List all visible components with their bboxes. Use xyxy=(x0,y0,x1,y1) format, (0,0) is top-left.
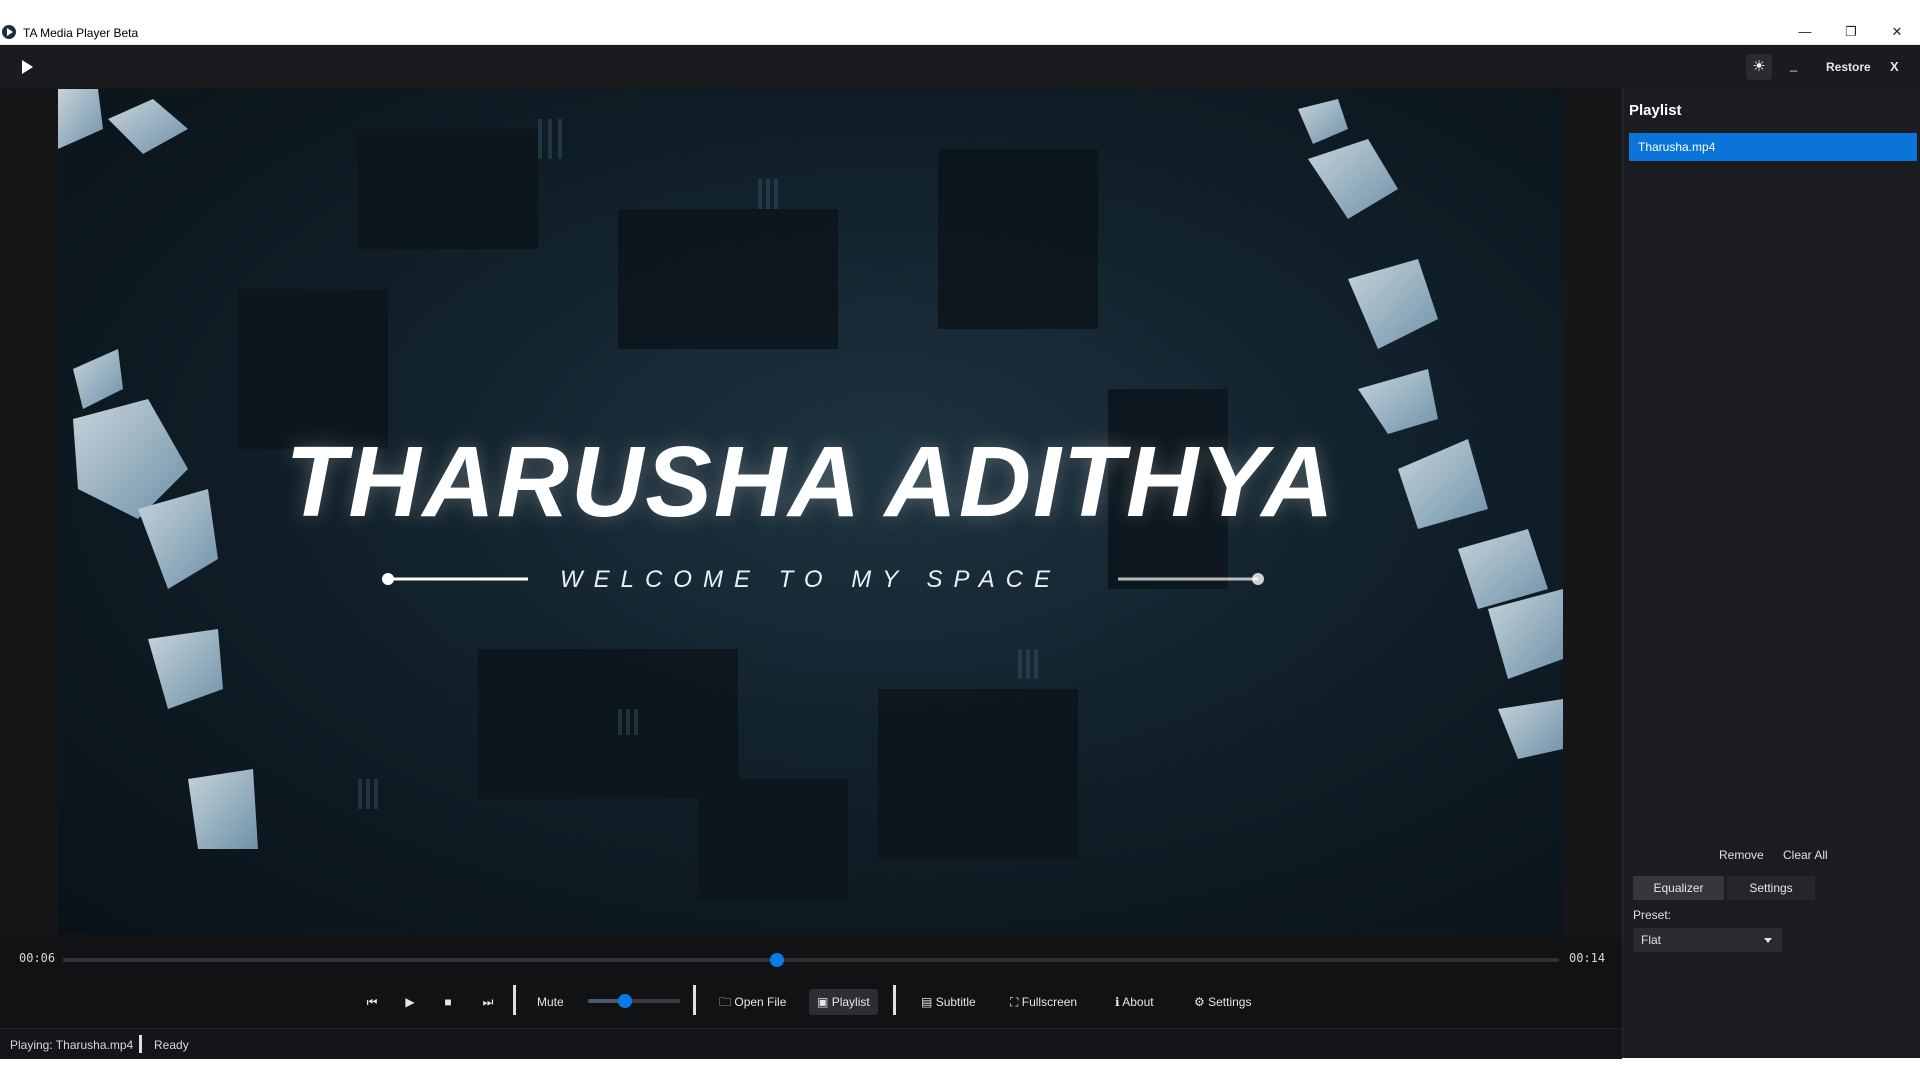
clear-all-button[interactable]: Clear All xyxy=(1783,848,1828,862)
playlist-label: Playlist xyxy=(831,995,870,1009)
now-playing-status: Playing: Tharusha.mp4 xyxy=(10,1038,134,1052)
media-player-app: ☀ _ Restore X THARUSHA ADITHYA WELCOME T… xyxy=(0,45,1920,1059)
preset-select[interactable]: Flat xyxy=(1633,928,1782,952)
restore-button[interactable]: Restore xyxy=(1826,60,1871,74)
info-icon: ℹ xyxy=(1115,995,1120,1009)
settings-label: Settings xyxy=(1208,995,1252,1009)
seek-bar-thumb[interactable] xyxy=(769,953,784,967)
controls-divider xyxy=(893,985,896,1015)
open-file-button[interactable]: 🗀 Open File xyxy=(711,989,794,1015)
window-close-button[interactable]: ✕ xyxy=(1874,20,1920,44)
about-label: About xyxy=(1122,995,1154,1009)
play-icon[interactable]: ▶ xyxy=(397,989,423,1015)
open-file-label: Open File xyxy=(734,995,787,1009)
status-divider xyxy=(139,1035,142,1053)
controls-divider xyxy=(693,985,696,1015)
playlist-button[interactable]: ▣ Playlist xyxy=(809,989,878,1015)
playlist-panel: Playlist Tharusha.mp4 Remove Clear All E… xyxy=(1622,88,1920,1058)
remove-button[interactable]: Remove xyxy=(1719,848,1764,862)
playlist-title: Playlist xyxy=(1629,102,1682,119)
video-tagline-text: WELCOME TO MY SPACE xyxy=(559,566,1062,593)
playlist-icon: ▣ xyxy=(817,995,829,1009)
seek-bar-fill xyxy=(63,958,777,962)
next-icon[interactable]: ⏭ xyxy=(475,989,501,1015)
previous-icon[interactable]: ⏮ xyxy=(359,989,385,1015)
window-titlebar: TA Media Player Beta — ❐ ✕ xyxy=(0,20,1920,45)
close-button[interactable]: X xyxy=(1890,59,1899,74)
mute-button[interactable]: Mute xyxy=(529,989,572,1015)
subtitle-label: Subtitle xyxy=(935,995,976,1009)
playlist-list[interactable]: Tharusha.mp4 xyxy=(1629,133,1917,829)
chevron-down-icon xyxy=(1764,938,1772,943)
ready-status: Ready xyxy=(154,1038,189,1052)
video-frame[interactable]: THARUSHA ADITHYA WELCOME TO MY SPACE xyxy=(58,89,1563,935)
subtitle-icon: ▤ xyxy=(921,995,933,1009)
top-toolbar: ☀ _ Restore X xyxy=(0,45,1920,88)
fullscreen-icon: ⛶ xyxy=(1010,995,1019,1009)
stop-icon[interactable]: ■ xyxy=(435,989,461,1015)
controls-divider xyxy=(513,985,516,1015)
about-button[interactable]: ℹ About xyxy=(1107,989,1162,1015)
window-minimize-button[interactable]: — xyxy=(1782,20,1828,44)
video-area: THARUSHA ADITHYA WELCOME TO MY SPACE xyxy=(0,88,1622,937)
current-time: 00:06 xyxy=(19,951,56,965)
subtitle-button[interactable]: ▤ Subtitle xyxy=(913,989,984,1015)
tab-settings[interactable]: Settings xyxy=(1727,876,1815,900)
seek-bar[interactable] xyxy=(63,953,1559,967)
video-headline-text: THARUSHA ADITHYA xyxy=(285,426,1336,538)
window-title: TA Media Player Beta xyxy=(23,26,139,40)
folder-icon: 🗀 xyxy=(719,995,732,1009)
fullscreen-label: Fullscreen xyxy=(1021,995,1078,1009)
theme-toggle-icon[interactable]: ☀ xyxy=(1746,54,1772,80)
minimize-button[interactable]: _ xyxy=(1790,57,1797,72)
volume-slider-thumb[interactable] xyxy=(617,994,632,1008)
volume-slider[interactable] xyxy=(588,994,680,1008)
app-logo-icon xyxy=(2,25,16,39)
preset-value: Flat xyxy=(1641,933,1662,947)
play-logo-icon xyxy=(22,60,33,74)
fullscreen-button[interactable]: ⛶ Fullscreen xyxy=(1002,989,1085,1015)
seek-bar-row: 00:06 00:14 xyxy=(0,946,1622,972)
playback-controls: ⏮ ▶ ■ ⏭ Mute 🗀 Open File ▣ Playlist ▤ Su… xyxy=(0,979,1622,1023)
status-bar: Playing: Tharusha.mp4 Ready xyxy=(0,1028,1622,1059)
settings-button[interactable]: ⚙ Settings xyxy=(1186,989,1259,1015)
preset-label: Preset: xyxy=(1633,908,1672,922)
window-maximize-button[interactable]: ❐ xyxy=(1828,20,1874,44)
tab-equalizer[interactable]: Equalizer xyxy=(1633,876,1724,900)
gear-icon: ⚙ xyxy=(1194,995,1205,1009)
total-time: 00:14 xyxy=(1569,951,1606,965)
playlist-item[interactable]: Tharusha.mp4 xyxy=(1629,133,1917,161)
